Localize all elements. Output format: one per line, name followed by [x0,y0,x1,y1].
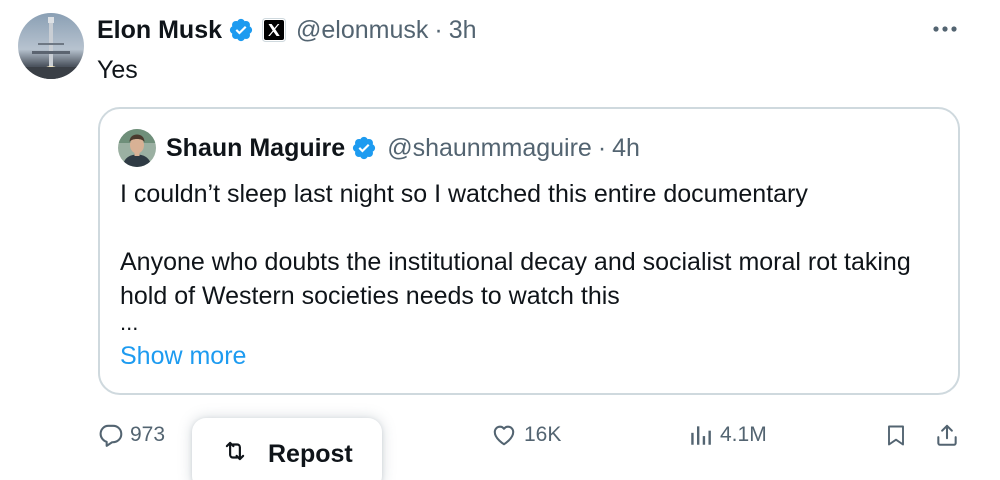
verified-badge-icon [228,17,254,43]
quoted-paragraph-2: Anyone who doubts the institutional deca… [120,248,911,310]
more-icon[interactable] [930,14,960,44]
quoted-timestamp[interactable]: 4h [612,134,640,163]
separator: · [434,15,443,44]
quoted-tweet[interactable]: Shaun Maguire @shaunmmaguire · 4h I coul… [98,107,960,395]
quoted-author-name[interactable]: Shaun Maguire [166,134,345,163]
views-button[interactable]: 4.1M [688,415,767,455]
reply-count: 973 [130,423,166,446]
author-avatar[interactable] [18,13,84,79]
action-bar: 973 16K 4.1M [0,415,1000,455]
quoted-paragraph-1: I couldn’t sleep last night so I watched… [120,180,808,208]
views-count: 4.1M [720,423,767,446]
share-icon[interactable] [934,415,960,455]
show-more-link[interactable]: Show more [120,342,246,371]
tweet-header: Elon Musk @elonmusk · 3h [97,14,477,46]
tweet-text: Yes [97,56,138,84]
repost-label: Repost [268,440,353,468]
verified-badge-icon [351,135,377,161]
repost-menu: Repost [192,418,382,480]
bookmark-icon[interactable] [884,415,908,455]
quoted-author-handle[interactable]: @shaunmmaguire [387,134,592,163]
author-handle[interactable]: @elonmusk [296,16,428,45]
heart-icon [490,422,518,448]
repost-menu-item[interactable]: Repost [220,438,353,471]
truncation-ellipsis: ... [120,310,139,335]
quoted-tweet-text: I couldn’t sleep last night so I watched… [120,177,940,335]
x-logo-icon[interactable] [262,18,287,42]
repost-icon [220,438,250,471]
reply-icon [98,422,124,448]
like-count: 16K [524,423,562,446]
tweet: Elon Musk @elonmusk · 3h Yes Shaun Magui… [0,0,1000,480]
quoted-author-avatar[interactable] [118,129,156,167]
author-name[interactable]: Elon Musk [97,16,222,45]
views-icon [688,422,714,448]
reply-button[interactable]: 973 [98,415,165,455]
quoted-tweet-header: Shaun Maguire @shaunmmaguire · 4h [166,133,640,163]
like-button[interactable]: 16K [490,415,561,455]
timestamp[interactable]: 3h [449,16,477,45]
separator: · [597,133,607,162]
